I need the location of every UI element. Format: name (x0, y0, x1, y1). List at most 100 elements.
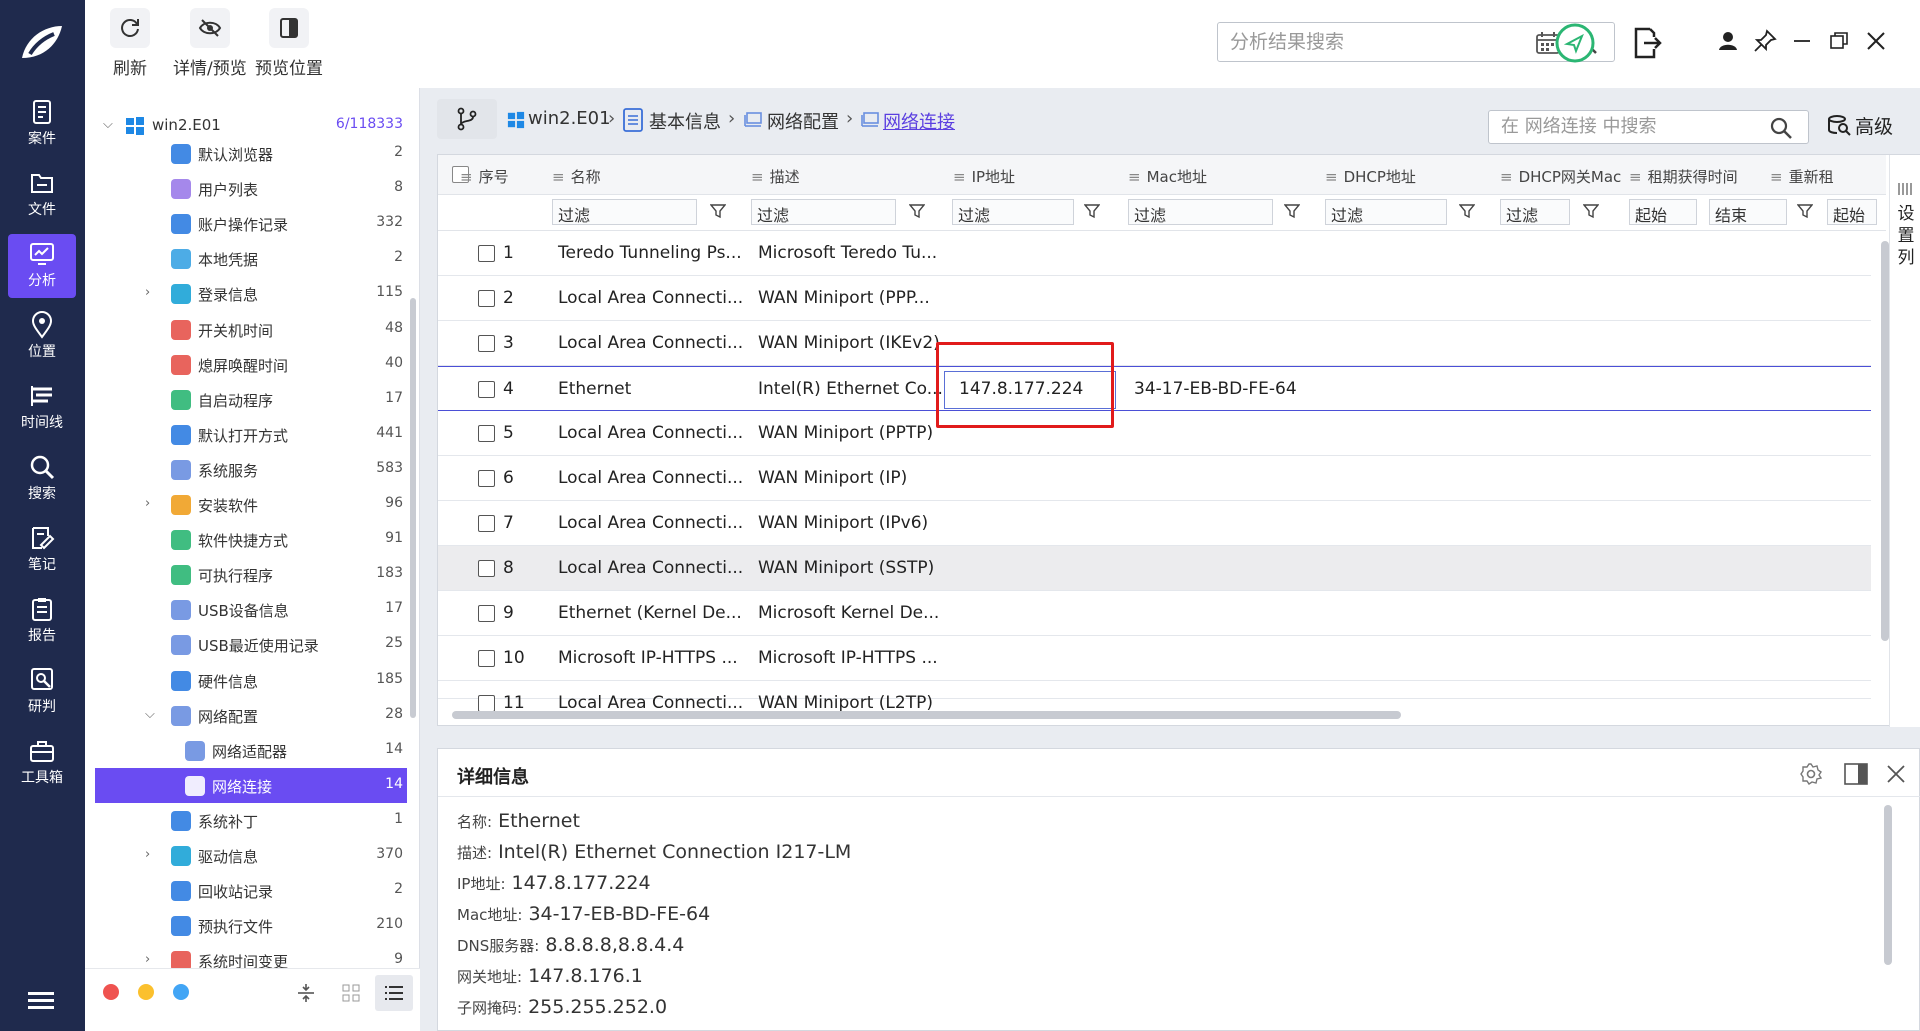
column-filter-input[interactable]: 结束 (1709, 199, 1787, 225)
column-filter-input[interactable]: 过滤 (1500, 199, 1570, 225)
row-checkbox[interactable] (478, 335, 495, 352)
nav-item-case[interactable]: 案件 (8, 92, 76, 156)
tree-item[interactable]: 默认浏览器 2 (95, 136, 407, 171)
branch-button[interactable] (437, 99, 497, 139)
yellow-dot-icon[interactable] (138, 984, 154, 1000)
close-icon[interactable] (1863, 28, 1889, 54)
column-filter-input[interactable]: 起始 (1629, 199, 1697, 225)
table-row[interactable]: 5 Local Area Connecti... WAN Miniport (PPT… (438, 411, 1871, 456)
table-row[interactable]: 6 Local Area Connecti... WAN Miniport (IP) (438, 456, 1871, 501)
export-icon[interactable] (1632, 27, 1662, 59)
filter-icon[interactable] (1459, 203, 1475, 219)
filter-icon[interactable] (909, 203, 925, 219)
row-checkbox[interactable] (478, 381, 495, 398)
column-filter-input[interactable]: 过滤 (1325, 199, 1447, 225)
column-filter-input[interactable]: 起始 (1827, 199, 1877, 225)
filter-icon[interactable] (1084, 203, 1100, 219)
chevron-right-icon[interactable]: › (145, 285, 161, 301)
row-checkbox[interactable] (478, 605, 495, 622)
collapse-all-icon[interactable] (297, 983, 315, 1003)
row-checkbox[interactable] (478, 290, 495, 307)
breadcrumb-item-evidence[interactable]: win2.E01 (528, 108, 611, 129)
table-search-box[interactable] (1488, 110, 1809, 144)
row-checkbox[interactable] (478, 560, 495, 577)
tree-item[interactable]: 用户列表 8 (95, 171, 407, 206)
column-header[interactable]: ≡ DHCP网关Mac (1500, 166, 1621, 187)
table-horizontal-scrollbar[interactable] (452, 711, 1401, 719)
chevron-right-icon[interactable]: › (145, 952, 161, 968)
tree-item[interactable]: 网络连接 14 (95, 767, 407, 803)
tree-item[interactable]: 开关机时间 48 (95, 312, 407, 347)
user-icon[interactable] (1715, 28, 1741, 54)
chevron-right-icon[interactable]: › (145, 496, 161, 512)
column-header[interactable]: ≡ IP地址 (953, 166, 1015, 187)
chevron-right-icon[interactable]: › (145, 847, 161, 863)
refresh-button[interactable]: 刷新 (110, 8, 150, 79)
table-row[interactable]: 1 Teredo Tunneling Ps... Microsoft Teredo … (438, 231, 1871, 276)
tree-item[interactable]: USB最近使用记录 25 (95, 627, 407, 662)
nav-item-judge[interactable]: 研判 (8, 660, 76, 724)
nav-item-folder[interactable]: 文件 (8, 163, 76, 227)
minimize-icon[interactable] (1789, 28, 1815, 54)
row-checkbox[interactable] (478, 245, 495, 262)
row-checkbox[interactable] (478, 650, 495, 667)
hamburger-menu-icon[interactable] (28, 990, 54, 1012)
table-row[interactable]: 3 Local Area Connecti... WAN Miniport (IKE… (438, 321, 1871, 366)
tree-item[interactable]: 预执行文件 210 (95, 908, 407, 943)
red-dot-icon[interactable] (103, 984, 119, 1000)
search-icon[interactable] (1769, 116, 1793, 140)
nav-item-report[interactable]: 报告 (8, 589, 76, 653)
row-checkbox[interactable] (478, 425, 495, 442)
detail-scrollbar[interactable] (1884, 805, 1892, 965)
status-check-icon[interactable] (1554, 22, 1596, 64)
tree-item[interactable]: 网络适配器 14 (95, 733, 407, 768)
column-header[interactable]: ≡ Mac地址 (1128, 166, 1207, 187)
tree-item[interactable]: 软件快捷方式 91 (95, 522, 407, 557)
preview-position-button[interactable]: 预览位置 (255, 8, 323, 79)
tree-item[interactable]: › 安装软件 96 (95, 487, 407, 522)
table-row[interactable]: 2 Local Area Connecti... WAN Miniport (PPP… (438, 276, 1871, 321)
row-checkbox[interactable] (478, 515, 495, 532)
blue-dot-icon[interactable] (173, 984, 189, 1000)
pin-icon[interactable] (1752, 28, 1778, 54)
tree-item[interactable]: › 登录信息 115 (95, 276, 407, 311)
breadcrumb-item-network-connection[interactable]: 网络连接 (883, 108, 955, 134)
column-filter-input[interactable]: 过滤 (552, 199, 697, 225)
column-header[interactable]: ≡ 重新租 (1770, 166, 1834, 187)
gear-icon[interactable] (1800, 763, 1822, 785)
nav-item-toolbox[interactable]: 工具箱 (8, 731, 76, 795)
column-header[interactable]: ≡ 描述 (751, 166, 800, 187)
filter-icon[interactable] (1797, 203, 1813, 219)
nav-item-analysis[interactable]: 分析 (8, 234, 76, 298)
column-header[interactable]: ≡ 租期获得时间 (1629, 166, 1738, 187)
tree-item[interactable]: 默认打开方式 441 (95, 417, 407, 452)
table-row[interactable]: 9 Ethernet (Kernel De... Microsoft Kernel … (438, 591, 1871, 636)
global-search-input[interactable] (1230, 31, 1530, 53)
tree-scrollbar[interactable] (410, 298, 416, 718)
column-filter-input[interactable]: 过滤 (1128, 199, 1273, 225)
column-filter-input[interactable]: 过滤 (952, 199, 1074, 225)
table-row[interactable]: 4 Ethernet Intel(R) Ethernet Co... 147.8.17… (438, 366, 1871, 411)
tree-item[interactable]: ⌵ 网络配置 28 (95, 698, 407, 733)
detail-preview-button[interactable]: 详情/预览 (173, 8, 247, 79)
tree-item[interactable]: 自启动程序 17 (95, 382, 407, 417)
table-row[interactable]: 8 Local Area Connecti... WAN Miniport (SST… (438, 546, 1871, 591)
restore-icon[interactable] (1826, 28, 1852, 54)
tree-item[interactable]: 系统补丁 1 (95, 803, 407, 838)
table-row[interactable]: 7 Local Area Connecti... WAN Miniport (IPv… (438, 501, 1871, 546)
chevron-down-icon[interactable]: ⌵ (103, 117, 119, 133)
tree-item[interactable]: USB设备信息 17 (95, 592, 407, 627)
tree-item[interactable]: 回收站记录 2 (95, 873, 407, 908)
chevron-down-icon[interactable]: ⌵ (145, 707, 161, 723)
filter-icon[interactable] (1583, 203, 1599, 219)
tree-item[interactable]: 可执行程序 183 (95, 557, 407, 592)
tree-item[interactable]: 熄屏唤醒时间 40 (95, 347, 407, 382)
tree-item[interactable]: › 驱动信息 370 (95, 838, 407, 873)
breadcrumb-item-basic-info[interactable]: 基本信息 (649, 108, 721, 134)
nav-item-timeline[interactable]: 时间线 (8, 376, 76, 440)
table-search-input[interactable] (1501, 116, 1751, 137)
row-checkbox[interactable] (478, 470, 495, 487)
filter-icon[interactable] (1284, 203, 1300, 219)
grid-view-icon[interactable] (342, 984, 360, 1002)
list-view-button[interactable] (375, 975, 413, 1011)
